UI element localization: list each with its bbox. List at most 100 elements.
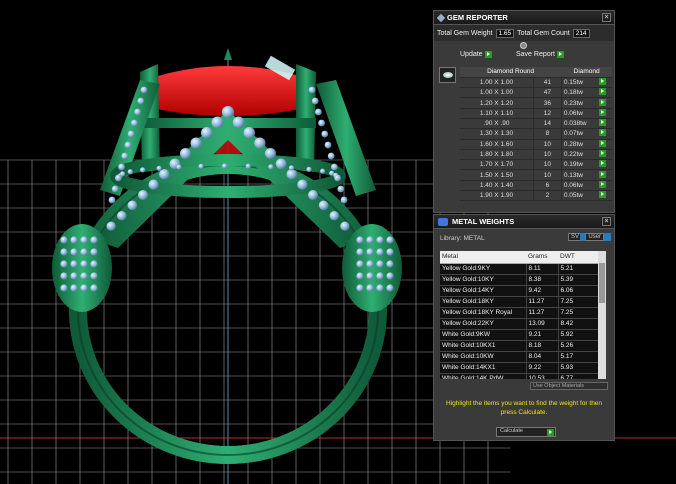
metal-row[interactable]: White Gold:10KW 8.04 5.17 [440, 351, 598, 363]
pave-diamond [60, 284, 68, 292]
gem-row[interactable]: 1.00 X 1.00 41 0.15tw [460, 77, 612, 89]
metal-dwt: 5.92 [557, 329, 598, 341]
use-object-materials-checkbox[interactable]: Use Object Materials [530, 382, 608, 390]
gem-row[interactable]: 1.70 X 1.70 10 0.19tw [460, 159, 612, 171]
play-icon[interactable] [599, 77, 607, 85]
play-icon[interactable] [599, 88, 607, 96]
play-icon[interactable] [547, 429, 554, 436]
metal-row[interactable]: Yellow Gold:18KY 11.27 7.25 [440, 296, 598, 308]
pave-diamond [70, 284, 78, 292]
scrollbar-thumb[interactable] [599, 263, 605, 303]
pave-diamond [180, 147, 191, 159]
pave-diamond [140, 167, 146, 173]
metal-grams: 10.53 [525, 373, 558, 379]
column-grams[interactable]: Grams [526, 251, 558, 264]
gem-size: 1.20 X 1.20 [460, 97, 534, 109]
metal-row[interactable]: Yellow Gold:10KY 8.38 5.39 [440, 274, 598, 286]
metal-list-scrollbar[interactable] [598, 251, 606, 379]
user-toggle[interactable] [604, 233, 611, 241]
update-button[interactable]: Update [460, 51, 492, 58]
gem-row[interactable]: 1.50 X 1.50 10 0.13tw [460, 169, 612, 181]
metal-row[interactable]: Yellow Gold:18KY Royal 11.27 7.25 [440, 307, 598, 319]
metal-grams: 11.27 [525, 296, 558, 308]
close-icon[interactable]: × [602, 217, 611, 226]
pave-diamond [366, 236, 374, 244]
gem-actions: Update Save Report [434, 41, 614, 63]
play-icon[interactable] [599, 150, 607, 158]
metal-dwt: 5.21 [557, 263, 598, 275]
play-icon[interactable] [599, 170, 607, 178]
play-icon[interactable] [599, 108, 607, 116]
pave-diamond [243, 126, 255, 139]
play-icon[interactable] [599, 191, 607, 199]
metal-row[interactable]: Yellow Gold:9KY 8.11 5.21 [440, 263, 598, 275]
pave-diamond [321, 130, 329, 138]
gem-row[interactable]: 1.00 X 1.00 47 0.18tw [460, 87, 612, 99]
gem-count: 10 [532, 149, 562, 161]
play-icon[interactable] [599, 139, 607, 147]
pave-diamond [115, 174, 122, 182]
column-dwt[interactable]: DWT [558, 251, 598, 264]
metal-weights-title: METAL WEIGHTS × [434, 215, 614, 229]
play-icon[interactable] [599, 160, 607, 168]
pave-diamond [90, 248, 98, 256]
pave-diamond [90, 272, 98, 280]
save-report-button[interactable]: Save Report [516, 51, 564, 58]
metal-row[interactable]: White Gold:10KX1 8.18 5.26 [440, 340, 598, 352]
metal-row[interactable]: White Gold:14KX1 9.22 5.93 [440, 362, 598, 374]
gem-weight: 0.18tw [560, 87, 600, 99]
pave-diamond [156, 165, 162, 171]
metal-grams: 9.21 [525, 329, 558, 341]
gem-row[interactable]: 1.10 X 1.10 12 0.06tw [460, 108, 612, 119]
metal-list[interactable]: Metal Grams DWT Yellow Gold:9KY 8.11 5.21 Y… [440, 251, 606, 379]
play-icon[interactable] [599, 129, 607, 137]
gem-row[interactable]: 1.40 X 1.40 6 0.06tw [460, 180, 612, 192]
gem-weight: 0.06tw [560, 180, 600, 192]
play-icon[interactable] [599, 119, 607, 127]
close-icon[interactable]: × [602, 13, 611, 22]
pave-diamond [137, 97, 145, 105]
column-metal[interactable]: Metal [440, 251, 526, 264]
user-option[interactable]: User [585, 233, 604, 241]
pave-diamond [356, 236, 364, 244]
pave-diamond [60, 272, 68, 280]
gem-reporter-title: GEM REPORTER × [434, 11, 614, 25]
pave-diamond [127, 130, 135, 138]
play-icon[interactable] [556, 51, 564, 58]
collapse-knob-icon[interactable] [520, 42, 527, 49]
metal-weights-title-text: METAL WEIGHTS [452, 217, 515, 226]
play-icon[interactable] [599, 180, 607, 188]
gem-size: 1.00 X 1.00 [460, 77, 534, 89]
gem-row[interactable]: 1.80 X 1.80 10 0.22tw [460, 149, 612, 161]
gem-row[interactable]: 1.30 X 1.30 8 0.07tw [460, 128, 612, 140]
calculate-button[interactable]: Calculate [496, 427, 556, 437]
pave-diamond [366, 248, 374, 256]
gem-row[interactable]: .90 X .90 14 0.038tw [460, 118, 612, 130]
gem-weight: 0.15tw [560, 77, 600, 89]
metal-grams: 13.09 [525, 318, 558, 330]
play-icon[interactable] [484, 51, 492, 58]
gem-count: 10 [532, 139, 562, 150]
gem-weight: 0.19tw [560, 159, 600, 171]
metal-row[interactable]: White Gold:9KW 9.21 5.92 [440, 329, 598, 341]
gem-weight: 0.28tw [560, 139, 600, 150]
pave-diamond [337, 185, 345, 193]
pave-diamond [80, 272, 88, 280]
gem-row[interactable]: 1.90 X 1.90 2 0.05tw [460, 190, 612, 202]
save-report-label: Save Report [516, 51, 555, 58]
gem-count: 2 [532, 190, 562, 202]
pave-diamond [386, 248, 394, 256]
metal-row[interactable]: Yellow Gold:22KY 13.09 8.42 [440, 318, 598, 330]
update-label: Update [460, 51, 483, 58]
gem-row[interactable]: 1.20 X 1.20 36 0.23tw [460, 97, 612, 109]
pave-diamond [60, 236, 68, 244]
metal-row[interactable]: White Gold:14K PdW 10.53 6.77 [440, 373, 598, 379]
metal-name: Yellow Gold:9KY [440, 263, 526, 275]
pave-diamond [60, 260, 68, 268]
play-icon[interactable] [599, 98, 607, 106]
gem-row[interactable]: 1.60 X 1.60 10 0.28tw [460, 139, 612, 150]
diamond-round-thumbnail[interactable] [439, 67, 456, 83]
pave-diamond [127, 169, 133, 175]
pave-diamond [118, 163, 125, 171]
metal-row[interactable]: Yellow Gold:14KY 9.42 6.06 [440, 285, 598, 297]
